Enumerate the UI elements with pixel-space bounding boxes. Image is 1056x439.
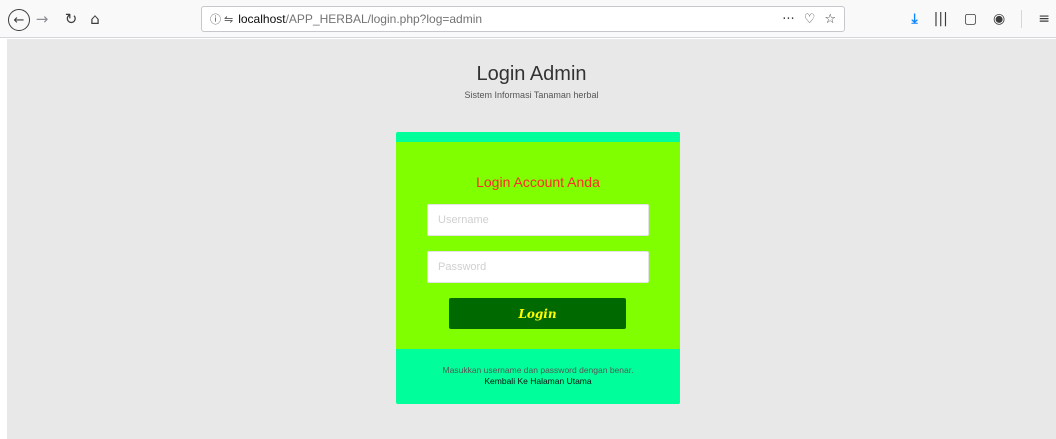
menu-icon[interactable]: ≡ bbox=[1038, 11, 1050, 27]
password-input[interactable] bbox=[427, 251, 649, 283]
bookmark-star-icon[interactable]: ☆ bbox=[824, 12, 836, 27]
home-icon[interactable]: ⌂ bbox=[86, 0, 104, 38]
page-actions: ··· ♡ ☆ bbox=[782, 7, 836, 31]
sidebar-icon[interactable]: ▢ bbox=[964, 11, 977, 27]
reload-icon[interactable]: ↻ bbox=[62, 0, 80, 38]
toolbar-right: ⤓ ||| ▢ ◉ ≡ bbox=[911, 0, 1050, 38]
url-host: localhost bbox=[238, 12, 286, 26]
page-content: Login Admin Sistem Informasi Tanaman her… bbox=[7, 39, 1056, 439]
page-subtitle: Sistem Informasi Tanaman herbal bbox=[464, 90, 599, 100]
info-icon[interactable]: ⓘ bbox=[210, 11, 221, 27]
card-footer: Masukkan username dan password dengan be… bbox=[396, 349, 680, 404]
more-icon[interactable]: ··· bbox=[782, 12, 794, 27]
pocket-icon[interactable]: ♡ bbox=[804, 12, 816, 27]
url-bar[interactable]: ⓘ ⇋ localhost/APP_HERBAL/login.php?log=a… bbox=[201, 6, 845, 32]
toolbar-divider bbox=[1021, 10, 1023, 28]
browser-toolbar: ← → ↻ ⌂ ⓘ ⇋ localhost/APP_HERBAL/login.p… bbox=[0, 0, 1056, 38]
login-card: Login Account Anda Login Masukkan userna… bbox=[396, 132, 680, 404]
login-heading: Login Account Anda bbox=[476, 174, 600, 190]
login-button[interactable]: Login bbox=[449, 298, 626, 329]
permissions-icon[interactable]: ⇋ bbox=[224, 13, 233, 26]
url-path: /APP_HERBAL/login.php?log=admin bbox=[285, 12, 483, 26]
library-icon[interactable]: ||| bbox=[934, 11, 948, 27]
download-icon[interactable]: ⤓ bbox=[911, 11, 917, 27]
card-top-bar bbox=[396, 132, 680, 142]
page-title: Login Admin bbox=[476, 63, 587, 85]
account-icon[interactable]: ◉ bbox=[993, 11, 1005, 27]
footer-hint: Masukkan username dan password dengan be… bbox=[442, 365, 634, 375]
forward-icon[interactable]: → bbox=[34, 0, 50, 38]
back-to-home-link[interactable]: Kembali Ke Halaman Utama bbox=[396, 376, 680, 386]
username-input[interactable] bbox=[427, 204, 649, 236]
back-icon[interactable]: ← bbox=[8, 9, 30, 31]
